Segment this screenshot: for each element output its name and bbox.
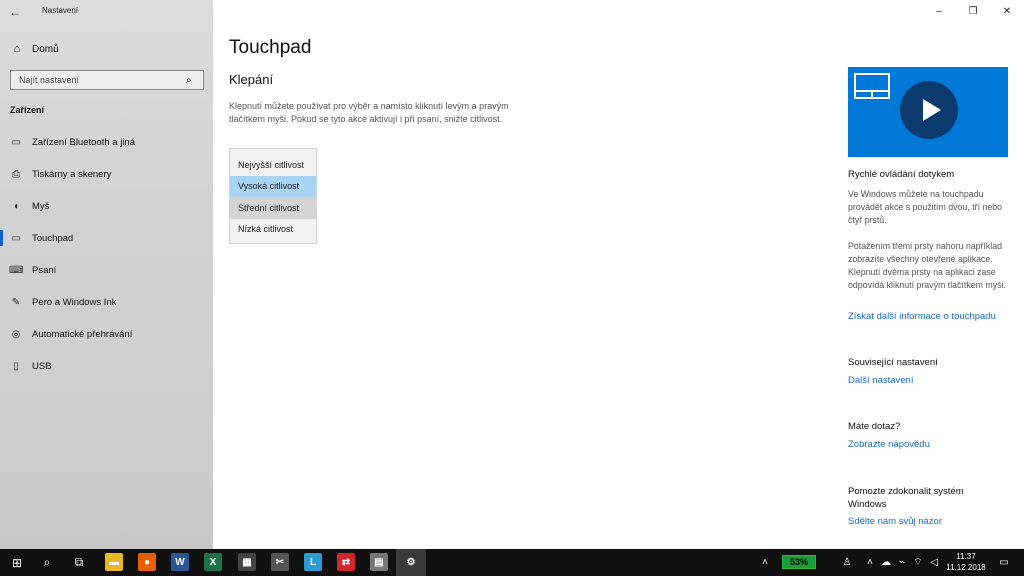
sidebar-item-psan[interactable]: ⌨ Psaní xyxy=(0,254,213,286)
sidebar-item-touchpad[interactable]: ▭ Touchpad xyxy=(0,222,213,254)
calculator-icon[interactable]: ▦ xyxy=(238,553,256,571)
sidebar-item-label: Zařízení Bluetooth a jiná xyxy=(32,136,135,148)
section-label: Zařízení xyxy=(10,105,45,115)
main-content: – ❐ ✕ Touchpad Klepání Klepnutí můžete p… xyxy=(213,0,1024,549)
more-info-link[interactable]: Získat další informace o touchpadu xyxy=(848,311,996,322)
search-icon[interactable]: ⌕ xyxy=(34,549,60,576)
sidebar-item-tisk-rny-a-skenery[interactable]: ⎙ Tiskárny a skenery xyxy=(0,158,213,190)
clock[interactable]: 11:37 11.12.2018 xyxy=(946,551,986,573)
sidebar-item-my[interactable]: ◖ Myš xyxy=(0,190,213,222)
bluetooth-devices-icon: ▭ xyxy=(11,136,21,148)
onedrive-cloud-icon[interactable]: ☁ xyxy=(878,549,894,576)
firefox-icon[interactable]: ● xyxy=(138,553,156,571)
close-icon[interactable]: ✕ xyxy=(990,0,1024,22)
file-explorer-icon[interactable]: ▬ xyxy=(105,553,123,571)
keyboard-icon: ⌨ xyxy=(9,264,24,276)
windows-start-icon[interactable]: ⊞ xyxy=(4,549,30,576)
search-input[interactable]: Najít nastavení ⌕ xyxy=(10,70,204,90)
printer-icon: ⎙ xyxy=(12,168,20,180)
sensitivity-option[interactable]: Nízká citlivost xyxy=(230,219,316,241)
app-red-icon[interactable]: ⇄ xyxy=(337,553,355,571)
improve-windows-title: Pomozte zdokonalit systém Windows xyxy=(848,486,964,510)
taskbar: ⊞ ⌕ ⧉ ▬ ● W X ▦ ✂ L ⇄ ▤ ⚙ ˄ 53% ♙ ˄ ☁ ⌁ ⌔ ◁ 11:37… xyxy=(0,549,1024,576)
excel-icon[interactable]: X xyxy=(204,553,222,571)
word-icon[interactable]: W xyxy=(171,553,189,571)
chevron-up-icon[interactable]: ˄ xyxy=(862,549,878,576)
usb-icon: ▯ xyxy=(13,360,19,372)
home-label: Domů xyxy=(32,43,59,55)
additional-settings-link[interactable]: Další nastavení xyxy=(848,375,913,386)
home-nav-item[interactable]: ⌂ Domů xyxy=(0,38,213,60)
sidebar-item-label: Tiskárny a skenery xyxy=(32,168,112,180)
sidebar-item-label: Touchpad xyxy=(32,232,74,244)
section-title: Klepání xyxy=(229,72,274,87)
app-l-icon[interactable]: L xyxy=(304,553,322,571)
mouse-icon: ◖ xyxy=(12,200,20,212)
notification-icon[interactable]: ▭ xyxy=(994,549,1014,576)
related-settings-title: Související nastavení xyxy=(848,357,938,368)
quick-gestures-text-2: Potažením třemi prsty nahoru například z… xyxy=(848,241,1006,290)
question-title: Máte dotaz? xyxy=(848,421,901,432)
sensitivity-option[interactable]: Vysoká citlivost xyxy=(230,175,316,197)
clock-date: 11.12.2018 xyxy=(946,563,986,572)
sidebar-item-label: Automatické přehrávání xyxy=(32,328,133,340)
minimize-icon[interactable]: – xyxy=(922,0,956,22)
touchpad-icon xyxy=(854,73,890,99)
search-icon[interactable]: ⌕ xyxy=(186,75,200,86)
feedback-link[interactable]: Sdělte nám svůj názor xyxy=(848,516,942,527)
sidebar: ← Nastavení ⌂ Domů Najít nastavení ⌕ Zař… xyxy=(0,0,213,549)
volume-icon[interactable]: ◁ xyxy=(926,549,942,576)
sidebar-item-za-zen-bluetooth-a-jin[interactable]: ▭ Zařízení Bluetooth a jiná xyxy=(0,126,213,158)
tap-description: Klepnutí můžete používat pro výběr a nam… xyxy=(229,101,509,124)
window-controls: – ❐ ✕ xyxy=(922,0,1024,24)
sensitivity-option[interactable]: Nejvyšší citlivost xyxy=(230,154,316,176)
sidebar-item-automatick-p-ehr-v-n[interactable]: ◎ Automatické přehrávání xyxy=(0,318,213,350)
person-icon[interactable]: ♙ xyxy=(838,549,856,576)
sidebar-item-pero-a-windows-ink[interactable]: ✎ Pero a Windows Ink xyxy=(0,286,213,318)
pen-icon: ✎ xyxy=(11,296,21,308)
sidebar-item-label: Myš xyxy=(32,200,50,212)
sidebar-item-label: Psaní xyxy=(32,264,57,276)
battery-indicator[interactable]: 53% xyxy=(782,555,816,569)
autoplay-icon: ◎ xyxy=(11,328,21,340)
touchpad-icon: ▭ xyxy=(11,232,21,244)
sidebar-titlebar: ← Nastavení xyxy=(0,0,213,24)
page-title: Touchpad xyxy=(229,37,312,58)
settings-icon[interactable]: ⚙ xyxy=(396,549,426,576)
task-view-icon[interactable]: ⧉ xyxy=(66,549,92,576)
sidebar-nav: ▭ Zařízení Bluetooth a jiná ⎙ Tiskárny a sk… xyxy=(0,126,213,382)
sensitivity-dropdown[interactable]: Nejvyšší citlivost Vysoká citlivost Středn… xyxy=(229,148,317,244)
quick-gestures-title: Rychlé ovládání dotykem xyxy=(848,169,955,180)
home-icon: ⌂ xyxy=(13,43,21,55)
sensitivity-option[interactable]: Střední citlivost xyxy=(230,197,316,219)
chevron-up-icon[interactable]: ˄ xyxy=(755,549,775,576)
back-arrow-icon[interactable]: ← xyxy=(6,4,24,20)
search-placeholder: Najít nastavení xyxy=(19,75,80,85)
sidebar-item-label: Pero a Windows Ink xyxy=(32,296,117,308)
sidebar-item-label: USB xyxy=(32,360,52,372)
quick-gestures-text-1: Ve Windows můžete na touchpadu provádět … xyxy=(848,189,1003,225)
app-title: Nastavení xyxy=(42,6,79,15)
wifi-icon[interactable]: ⌔ xyxy=(910,549,926,576)
power-plug-icon[interactable]: ⌁ xyxy=(894,549,910,576)
video-thumbnail[interactable] xyxy=(848,67,1008,157)
help-link[interactable]: Zobrazte nápovědu xyxy=(848,439,930,450)
sidebar-item-usb[interactable]: ▯ USB xyxy=(0,350,213,382)
app-gray-icon[interactable]: ▤ xyxy=(370,553,388,571)
snipping-tool-icon[interactable]: ✂ xyxy=(271,553,289,571)
clock-time: 11:37 xyxy=(956,552,976,561)
play-icon[interactable] xyxy=(900,81,958,139)
restore-icon[interactable]: ❐ xyxy=(956,0,990,22)
